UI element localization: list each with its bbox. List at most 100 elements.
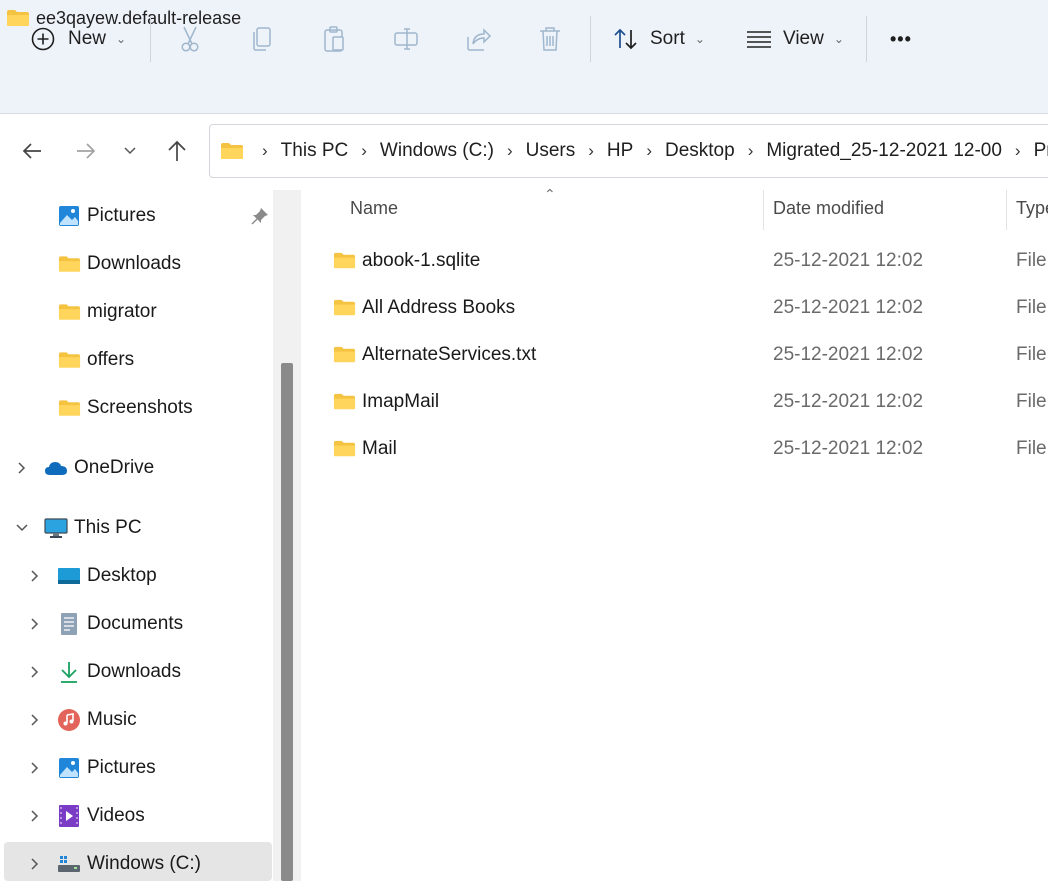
file-name: ImapMail — [362, 391, 440, 412]
recent-locations-button[interactable] — [112, 133, 148, 169]
toolbar-divider — [150, 16, 151, 62]
expand-chevron-icon[interactable] — [14, 460, 30, 476]
copy-icon — [253, 27, 271, 51]
address-bar[interactable]: › This PC › Windows (C:) › Users › HP › … — [209, 124, 1048, 178]
sidebar-item-documents[interactable]: Documents — [57, 604, 183, 644]
new-button[interactable]: New ⌄ — [30, 20, 126, 58]
view-label: View — [783, 28, 824, 49]
breadcrumb-hp[interactable]: HP — [607, 140, 633, 162]
expand-chevron-icon[interactable] — [27, 856, 43, 872]
file-date: 25-12-2021 12:02 — [773, 250, 924, 271]
column-header-date[interactable]: Date modified — [773, 198, 884, 219]
file-type: File — [1016, 344, 1047, 365]
folder-icon — [7, 10, 29, 26]
sidebar-item-pictures-pc[interactable]: Pictures — [57, 748, 156, 788]
share-icon — [467, 28, 492, 51]
chevron-right-icon: › — [361, 141, 367, 160]
pin-icon[interactable] — [250, 206, 270, 226]
file-row[interactable]: abook-1.sqlite 25-12-2021 12:02 File — [301, 240, 1048, 284]
sidebar-item-onedrive[interactable]: OneDrive — [44, 448, 154, 488]
pictures-icon — [57, 204, 81, 228]
column-header-name[interactable]: Name — [350, 198, 398, 219]
delete-button[interactable] — [535, 24, 565, 54]
sidebar-item-videos[interactable]: Videos — [57, 796, 145, 836]
sidebar-item-music[interactable]: Music — [57, 700, 137, 740]
copy-button[interactable] — [247, 24, 277, 54]
trash-icon — [540, 27, 560, 51]
breadcrumb-this-pc[interactable]: This PC — [281, 140, 349, 162]
file-row[interactable]: Mail 25-12-2021 12:02 File — [301, 428, 1048, 472]
sidebar-item-label: Downloads — [87, 661, 181, 682]
breadcrumb-windows-c[interactable]: Windows (C:) — [380, 140, 494, 162]
column-header-type[interactable]: Type — [1016, 198, 1048, 219]
sidebar-item-migrator[interactable]: migrator — [57, 292, 157, 332]
expand-chevron-icon[interactable] — [27, 712, 43, 728]
sidebar-item-this-pc[interactable]: This PC — [44, 508, 142, 548]
file-type: File — [1016, 438, 1047, 459]
file-name: abook-1.sqlite — [362, 250, 481, 271]
new-label: New — [68, 28, 107, 49]
cut-button[interactable] — [175, 24, 205, 54]
sort-ascending-icon: ⌃ — [544, 186, 556, 202]
more-options-button[interactable]: ••• — [890, 20, 912, 58]
sidebar-item-screenshots[interactable]: Screenshots — [57, 388, 193, 428]
back-button[interactable] — [14, 133, 50, 169]
sidebar-item-label: Music — [87, 709, 137, 730]
sidebar-item-downloads-qa[interactable]: Downloads — [57, 244, 181, 284]
breadcrumb-users[interactable]: Users — [526, 140, 576, 162]
folder-icon — [333, 299, 356, 316]
sidebar-item-windows-c[interactable]: Windows (C:) — [57, 844, 201, 881]
sidebar-item-label: offers — [87, 349, 135, 370]
cloud-icon — [44, 456, 68, 480]
breadcrumb-migrated[interactable]: Migrated_25-12-2021 12-00 — [766, 140, 1002, 162]
view-lines-icon — [747, 31, 771, 48]
up-button[interactable] — [159, 133, 195, 169]
share-button[interactable] — [463, 24, 493, 54]
chevron-down-icon: ⌄ — [833, 32, 844, 46]
folder-icon — [333, 393, 356, 410]
file-type: File — [1016, 391, 1047, 412]
sort-label: Sort — [650, 28, 685, 49]
sidebar-item-label: Screenshots — [87, 397, 193, 418]
file-date: 25-12-2021 12:02 — [773, 297, 924, 318]
file-date: 25-12-2021 12:02 — [773, 438, 924, 459]
chevron-right-icon: › — [262, 141, 268, 160]
breadcrumb-desktop[interactable]: Desktop — [665, 140, 735, 162]
collapse-chevron-icon[interactable] — [14, 520, 30, 536]
sidebar-item-offers[interactable]: offers — [57, 340, 134, 380]
sidebar-scrollbar-thumb[interactable] — [281, 363, 293, 881]
chevron-right-icon: › — [588, 141, 594, 160]
file-row[interactable]: ImapMail 25-12-2021 12:02 File — [301, 381, 1048, 425]
view-button[interactable]: View ⌄ — [745, 20, 844, 58]
expand-chevron-icon[interactable] — [27, 664, 43, 680]
sort-button[interactable]: Sort ⌄ — [612, 20, 705, 58]
file-name: All Address Books — [362, 297, 516, 318]
up-arrow-icon — [168, 140, 186, 161]
expand-chevron-icon[interactable] — [27, 568, 43, 584]
expand-chevron-icon[interactable] — [27, 760, 43, 776]
file-date: 25-12-2021 12:02 — [773, 391, 924, 412]
sidebar-item-downloads[interactable]: Downloads — [57, 652, 181, 692]
plus-circle-icon — [31, 27, 55, 51]
rename-icon — [394, 28, 418, 50]
chevron-right-icon: › — [646, 141, 652, 160]
paste-button[interactable] — [319, 24, 349, 54]
desktop-icon — [57, 564, 81, 588]
expand-chevron-icon[interactable] — [27, 616, 43, 632]
sidebar-item-desktop[interactable]: Desktop — [57, 556, 157, 596]
column-divider[interactable] — [763, 190, 764, 230]
breadcrumb-profiles[interactable]: Profiles — [1034, 140, 1048, 162]
expand-chevron-icon[interactable] — [27, 808, 43, 824]
rename-button[interactable] — [391, 24, 421, 54]
chevron-down-icon: ⌄ — [694, 32, 705, 46]
sidebar-item-label: Videos — [87, 805, 145, 826]
column-divider[interactable] — [1006, 190, 1007, 230]
toolbar-divider — [866, 16, 867, 62]
download-arrow-icon — [57, 660, 81, 684]
sidebar-item-pictures[interactable]: Pictures — [57, 196, 156, 236]
file-row[interactable]: AlternateServices.txt 25-12-2021 12:02 F… — [301, 334, 1048, 378]
forward-button[interactable] — [68, 133, 104, 169]
folder-icon — [333, 346, 356, 363]
file-row[interactable]: All Address Books 25-12-2021 12:02 File — [301, 287, 1048, 331]
document-icon — [57, 612, 81, 636]
